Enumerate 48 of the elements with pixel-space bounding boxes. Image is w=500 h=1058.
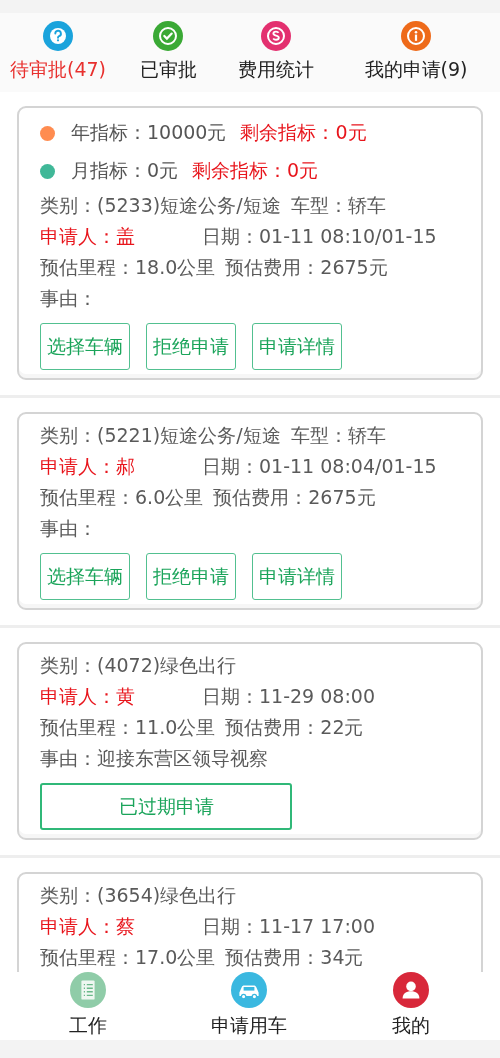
checklist-icon: [70, 972, 106, 1008]
date-text: 日期：01-11 08:04/01-15: [202, 453, 437, 479]
category-text: 类别：(3654)绿色出行: [40, 882, 237, 908]
action-button[interactable]: 申请详情: [252, 323, 342, 370]
reason-text: 事由：迎接东营区领导视察: [40, 745, 268, 771]
applicant-name: 申请人：郝: [40, 453, 136, 479]
date-text: 日期：11-17 17:00: [202, 913, 375, 939]
mileage-text: 预估里程：11.0公里: [40, 714, 216, 740]
dollar-icon: [261, 21, 291, 51]
nav-item[interactable]: 申请用车: [176, 972, 322, 1040]
remaining-quota: 剩余指标：0元: [192, 158, 319, 183]
date-text: 日期：01-11 08:10/01-15: [202, 223, 437, 249]
tab[interactable]: 已审批: [116, 13, 220, 92]
cost-text: 预估费用：34元: [225, 944, 364, 970]
action-button[interactable]: 选择车辆: [40, 553, 130, 600]
mileage-text: 预估里程：6.0公里: [40, 484, 204, 510]
category-text: 类别：(5233)短途公务/短途: [40, 192, 281, 218]
mileage-text: 预估里程：18.0公里: [40, 254, 216, 280]
tab[interactable]: 我的申请(9): [332, 13, 500, 92]
applicant-name: 申请人：盖: [40, 223, 136, 249]
cost-text: 预估费用：2675元: [213, 484, 376, 510]
quota-text: 月指标：0元: [71, 158, 179, 183]
reason-text: 事由：: [40, 515, 97, 541]
checkmark-icon: [153, 21, 183, 51]
cost-text: 预估费用：2675元: [225, 254, 388, 280]
applicant-name: 申请人：蔡: [40, 913, 136, 939]
tab[interactable]: 待审批(47): [0, 13, 116, 92]
action-button[interactable]: 拒绝申请: [146, 323, 236, 370]
action-button[interactable]: 选择车辆: [40, 323, 130, 370]
action-button[interactable]: 拒绝申请: [146, 553, 236, 600]
nav-item[interactable]: 我的: [322, 972, 500, 1040]
quota-text: 年指标：10000元: [71, 120, 227, 145]
reason-text: 事由：: [40, 285, 97, 311]
nav-item[interactable]: 工作: [0, 972, 176, 1040]
action-button[interactable]: 申请详情: [252, 553, 342, 600]
applicant-name: 申请人：黄: [40, 683, 136, 709]
cost-text: 预估费用：22元: [225, 714, 364, 740]
category-text: 类别：(5221)短途公务/短途: [40, 422, 281, 448]
tab[interactable]: 费用统计: [220, 13, 332, 92]
vehicle-type-text: 车型：轿车: [290, 192, 386, 218]
info-icon: [401, 21, 431, 51]
category-text: 类别：(4072)绿色出行: [40, 652, 237, 678]
mileage-text: 预估里程：17.0公里: [40, 944, 216, 970]
expired-request-button[interactable]: 已过期申请: [40, 783, 292, 830]
date-text: 日期：11-29 08:00: [202, 683, 375, 709]
vehicle-type-text: 车型：轿车: [290, 422, 386, 448]
remaining-quota: 剩余指标：0元: [240, 120, 367, 145]
question-icon: [43, 21, 73, 51]
